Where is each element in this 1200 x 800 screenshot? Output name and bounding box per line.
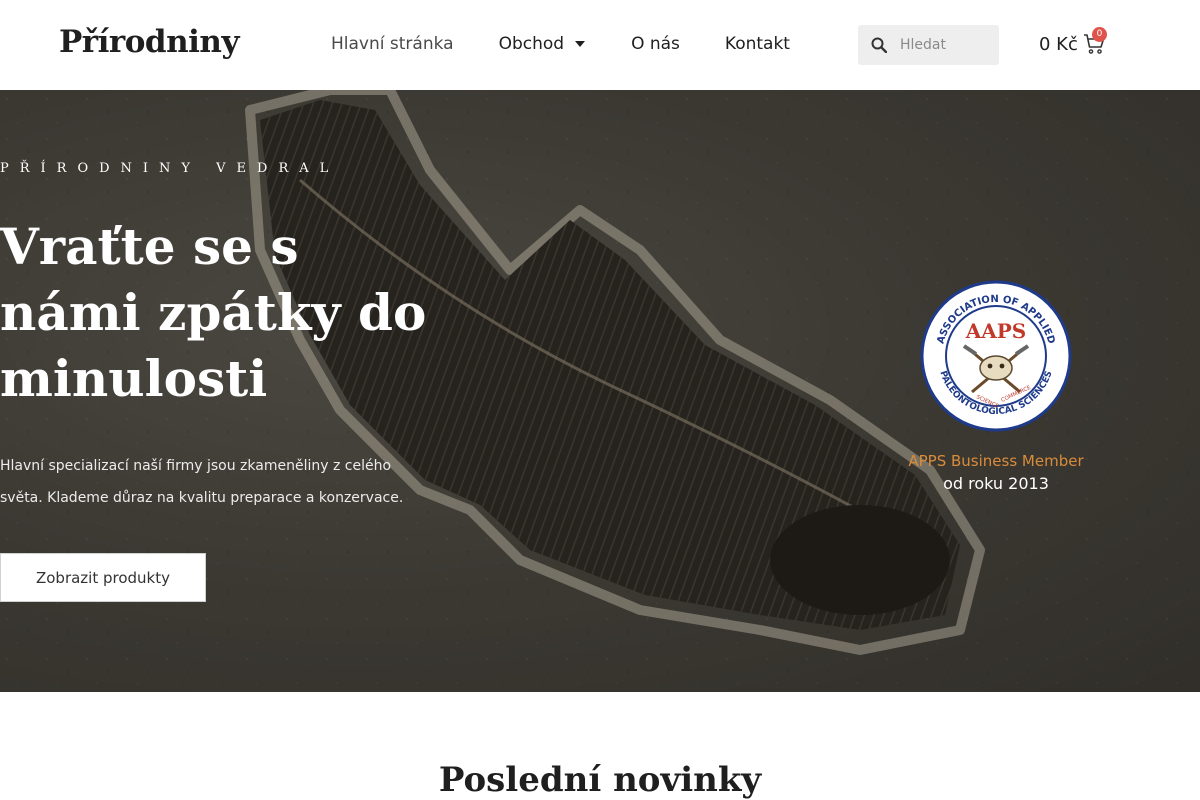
site-header: Přírodniny Hlavní stránka Obchod O nás K… bbox=[0, 0, 1200, 90]
nav-item-about[interactable]: O nás bbox=[631, 34, 680, 54]
nav-item-shop-label: Obchod bbox=[498, 34, 565, 54]
hero-section: PŘÍRODNINY VEDRAL Vraťte se s námi zpátk… bbox=[0, 90, 1200, 692]
chevron-down-icon bbox=[575, 41, 586, 47]
cart-total: 0 Kč bbox=[1039, 33, 1078, 55]
search-box bbox=[858, 25, 999, 65]
main-nav: Hlavní stránka Obchod O nás Kontakt bbox=[331, 34, 835, 54]
nav-item-contact[interactable]: Kontakt bbox=[725, 34, 790, 54]
hero-headline: Vraťte se s námi zpátky do minulosti bbox=[0, 217, 427, 408]
aaps-member-label: APPS Business Member bbox=[908, 452, 1084, 470]
nav-item-home[interactable]: Hlavní stránka bbox=[331, 34, 454, 54]
aaps-badge: ASSOCIATION OF APPLIED PALEONTOLOGICAL S… bbox=[896, 280, 1096, 493]
aaps-acronym: AAPS bbox=[965, 319, 1027, 343]
search-icon[interactable] bbox=[871, 37, 887, 53]
aaps-logo[interactable]: ASSOCIATION OF APPLIED PALEONTOLOGICAL S… bbox=[920, 280, 1072, 432]
aaps-since-label: od roku 2013 bbox=[943, 474, 1049, 493]
nav-item-shop[interactable]: Obchod bbox=[499, 34, 587, 54]
cart-button[interactable]: 0 Kč 0 bbox=[1039, 27, 1107, 55]
search-input[interactable] bbox=[900, 37, 995, 53]
site-logo[interactable]: Přírodniny bbox=[59, 24, 239, 60]
hero-description: Hlavní specializací naší firmy jsou zkam… bbox=[0, 458, 404, 506]
hero-eyebrow: PŘÍRODNINY VEDRAL bbox=[0, 161, 340, 176]
latest-news-title: Poslední novinky bbox=[438, 760, 762, 800]
cart-count-badge: 0 bbox=[1092, 27, 1107, 42]
show-products-button[interactable]: Zobrazit produkty bbox=[0, 553, 206, 602]
